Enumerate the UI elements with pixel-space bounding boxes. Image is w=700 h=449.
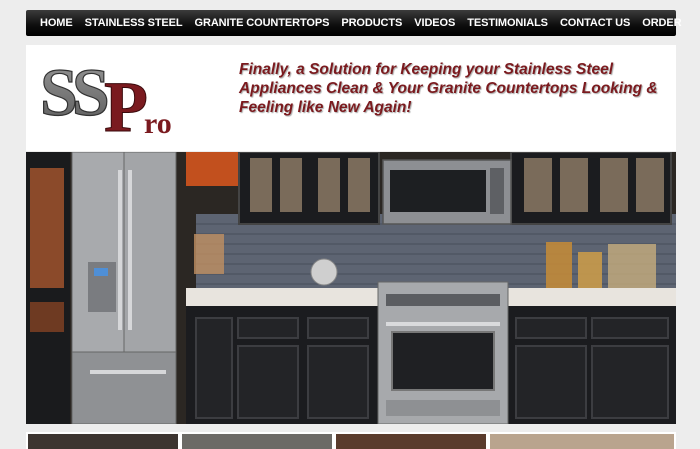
site-tagline: Finally, a Solution for Keeping your Sta… <box>239 61 658 116</box>
main-nav: HOME STAINLESS STEEL GRANITE COUNTERTOPS PR… <box>26 10 682 36</box>
nav-item-granite-countertops[interactable]: GRANITE COUNTERTOPS <box>189 17 336 29</box>
logo-p: P <box>104 67 148 141</box>
thumbnail-strip <box>26 432 676 449</box>
logo-ro: ro <box>144 107 172 140</box>
nav-item-videos[interactable]: VIDEOS <box>408 17 461 29</box>
site-header: SS P ro Finally, a Solution for Keeping … <box>26 45 676 151</box>
nav-item-products[interactable]: PRODUCTS <box>335 17 408 29</box>
hero-kitchen-image <box>26 152 676 424</box>
logo-ss: SS <box>40 54 107 130</box>
nav-item-testimonials[interactable]: TESTIMONIALS <box>461 17 554 29</box>
nav-item-contact-us[interactable]: CONTACT US <box>554 17 636 29</box>
nav-item-order[interactable]: ORDER <box>636 17 687 29</box>
nav-item-stainless-steel[interactable]: STAINLESS STEEL <box>79 17 189 29</box>
nav-item-home[interactable]: HOME <box>40 17 79 29</box>
site-logo[interactable]: SS P ro <box>38 51 198 141</box>
